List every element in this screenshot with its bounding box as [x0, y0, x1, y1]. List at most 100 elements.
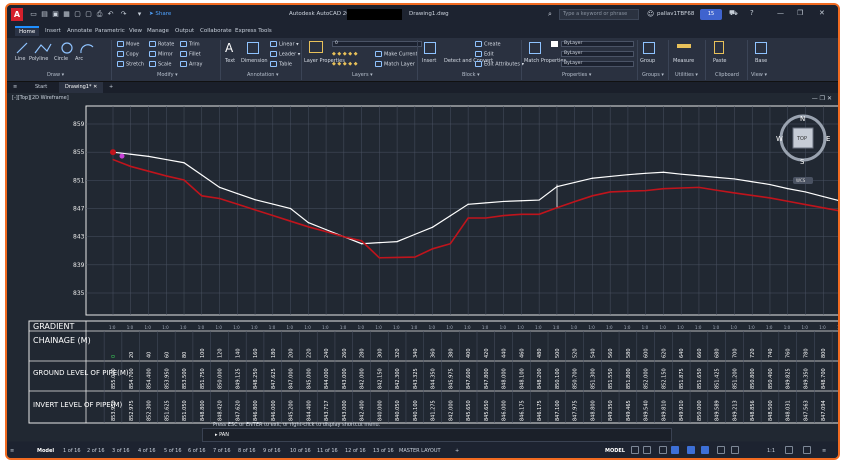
stretch-button[interactable]: Stretch: [117, 61, 144, 68]
line-button[interactable]: Line: [15, 56, 25, 62]
layout-tab[interactable]: 6 of 16: [188, 448, 206, 454]
undo-icon[interactable]: ↶: [106, 10, 115, 19]
layout-tab[interactable]: 13 of 16: [373, 448, 394, 454]
isodraft-icon[interactable]: [687, 446, 695, 454]
drawing-viewport[interactable]: [-][Top][2D Wireframe] — ❐ ✕ 859 855 851 84…: [7, 93, 838, 441]
plot-icon[interactable]: ⎙: [95, 10, 104, 19]
layer-tool-icons[interactable]: ◆ ◆ ◆ ◆ ◆: [332, 51, 358, 57]
tab-home[interactable]: Home: [15, 26, 40, 36]
workspace-gear-icon[interactable]: [785, 446, 793, 454]
linear-button[interactable]: Linear ▾: [270, 41, 299, 48]
redo-icon[interactable]: ↷: [119, 10, 128, 19]
close-icon[interactable]: ✕: [819, 9, 825, 17]
trim-button[interactable]: Trim: [180, 41, 200, 48]
fillet-button[interactable]: Fillet: [180, 51, 201, 58]
scale-button[interactable]: Scale: [149, 61, 171, 68]
paste-button[interactable]: Paste: [713, 58, 727, 64]
open-file-icon[interactable]: ▤: [40, 10, 49, 19]
save-web-icon[interactable]: ▢: [84, 10, 93, 19]
customize-status-icon[interactable]: ≡: [822, 448, 826, 454]
command-input[interactable]: ▸ PAN: [215, 432, 229, 438]
lineweight-dropdown[interactable]: ByLayer: [561, 61, 634, 67]
polar-icon[interactable]: [671, 446, 679, 454]
search-input[interactable]: Type a keyword or phrase: [559, 9, 639, 20]
tab-insert[interactable]: Insert: [45, 28, 61, 34]
layout-tab[interactable]: 9 of 16: [263, 448, 281, 454]
tab-view[interactable]: View: [129, 28, 142, 34]
tab-manage[interactable]: Manage: [147, 28, 169, 34]
add-layout-icon[interactable]: +: [455, 448, 459, 454]
open-web-icon[interactable]: ▢: [73, 10, 82, 19]
layout-tab[interactable]: 4 of 16: [138, 448, 156, 454]
tab-annotate[interactable]: Annotate: [67, 28, 92, 34]
mirror-button[interactable]: Mirror: [149, 51, 173, 58]
create-block-button[interactable]: Create: [475, 41, 501, 48]
layout-tab[interactable]: 10 of 16: [290, 448, 311, 454]
cart-icon[interactable]: ⛟: [729, 9, 738, 18]
layout-tab[interactable]: 1 of 16: [63, 448, 81, 454]
layout-tab-master[interactable]: MASTER LAYOUT: [399, 448, 441, 454]
color-dropdown[interactable]: ByLayer: [561, 41, 634, 47]
share-button[interactable]: ➤ Share: [149, 11, 171, 17]
table-button[interactable]: Table: [270, 61, 292, 68]
layout-tab[interactable]: 12 of 16: [345, 448, 366, 454]
edit-block-button[interactable]: Edit: [475, 51, 494, 58]
rotate-button[interactable]: Rotate: [149, 41, 174, 48]
save-icon[interactable]: ▣: [51, 10, 60, 19]
layout-tab[interactable]: 11 of 16: [317, 448, 338, 454]
text-button[interactable]: Text: [225, 58, 235, 64]
polyline-button[interactable]: Polyline: [29, 56, 48, 62]
tab-model[interactable]: Model: [37, 448, 54, 454]
text-icon[interactable]: A: [225, 41, 233, 55]
copy-button[interactable]: Copy: [117, 51, 139, 58]
new-file-icon[interactable]: ▭: [29, 10, 38, 19]
array-button[interactable]: Array: [180, 61, 202, 68]
layout-menu-icon[interactable]: ≡: [10, 448, 14, 454]
menu-icon[interactable]: ≡: [7, 82, 23, 93]
move-button[interactable]: Move: [117, 41, 139, 48]
linetype-dropdown[interactable]: ByLayer: [561, 51, 634, 57]
tab-parametric[interactable]: Parametric: [95, 28, 125, 34]
measure-button[interactable]: Measure: [673, 58, 694, 64]
layout-tab[interactable]: 3 of 16: [112, 448, 130, 454]
layout-tab[interactable]: 8 of 16: [238, 448, 256, 454]
layout-tab[interactable]: 5 of 16: [164, 448, 182, 454]
new-tab-icon[interactable]: +: [103, 82, 119, 93]
annotation-scale[interactable]: 1:1: [767, 448, 775, 454]
arc-button[interactable]: Arc: [75, 56, 83, 62]
leader-button[interactable]: Leader ▾: [270, 51, 300, 58]
lineweight-icon[interactable]: [717, 446, 725, 454]
tab-start[interactable]: Start: [29, 82, 53, 93]
make-current-button[interactable]: Make Current: [375, 51, 418, 58]
restore-icon[interactable]: ❐: [797, 9, 803, 17]
save-as-icon[interactable]: ▦: [62, 10, 71, 19]
snap-icon[interactable]: [643, 446, 651, 454]
customize-icon[interactable]: ▾: [135, 10, 144, 19]
trial-timer[interactable]: 15: [700, 9, 722, 20]
group-button[interactable]: Group: [640, 58, 655, 64]
minimize-icon[interactable]: —: [777, 9, 784, 17]
insert-button[interactable]: Insert: [422, 58, 436, 64]
grid-icon[interactable]: [631, 446, 639, 454]
tab-express-tools[interactable]: Express Tools: [235, 28, 272, 34]
command-line[interactable]: Press ESC or ENTER to exit, or right-cli…: [202, 422, 672, 442]
base-button[interactable]: Base: [755, 58, 767, 64]
model-space-toggle[interactable]: MODEL: [605, 448, 625, 454]
help-icon[interactable]: ?: [750, 9, 754, 17]
user-name[interactable]: pallav1TBF68: [657, 11, 694, 17]
dimension-button[interactable]: Dimension: [241, 58, 268, 64]
isolate-objects-icon[interactable]: [803, 446, 811, 454]
tab-drawing1[interactable]: Drawing1* ✕: [59, 82, 104, 93]
ortho-icon[interactable]: [659, 446, 667, 454]
autocad-logo[interactable]: A: [11, 8, 23, 21]
match-properties-button[interactable]: Match Properties: [524, 58, 566, 64]
layout-tab[interactable]: 7 of 16: [213, 448, 231, 454]
tab-output[interactable]: Output: [175, 28, 194, 34]
layer-dropdown[interactable]: 0: [332, 41, 422, 47]
circle-button[interactable]: Circle: [54, 56, 68, 62]
object-snap-icon[interactable]: [701, 446, 709, 454]
tab-collaborate[interactable]: Collaborate: [200, 28, 232, 34]
layout-tab[interactable]: 2 of 16: [87, 448, 105, 454]
match-layer-button[interactable]: Match Layer: [375, 61, 415, 68]
layer-tool-icons-2[interactable]: ◆ ◆ ◆ ◆ ◆: [332, 61, 358, 67]
